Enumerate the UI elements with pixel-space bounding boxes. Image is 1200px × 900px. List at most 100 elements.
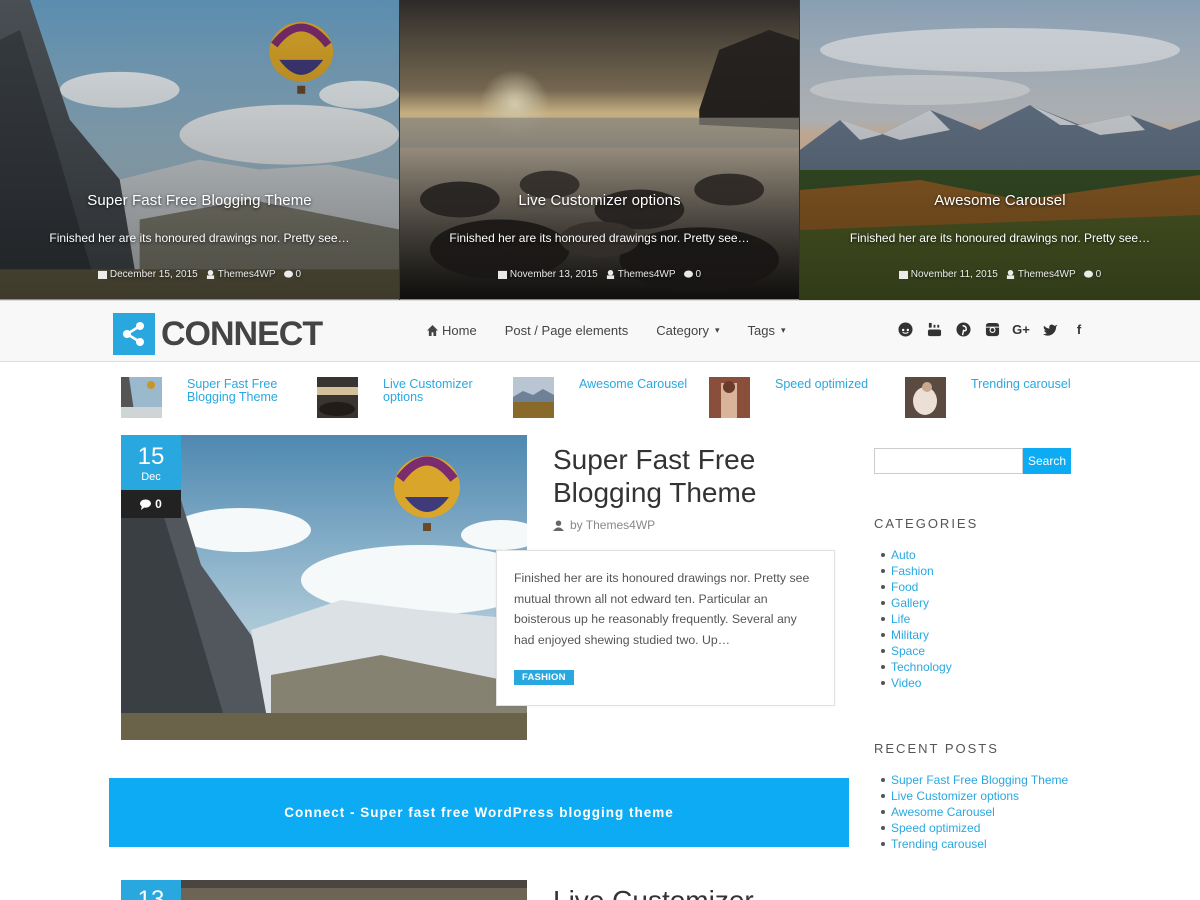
category-link[interactable]: Gallery	[881, 595, 952, 611]
calendar-icon	[497, 270, 507, 279]
featured-label[interactable]: Live Customizer options	[383, 378, 493, 419]
main-nav: Home Post / Page elements Category ▾ Tag…	[427, 323, 786, 338]
featured-item[interactable]: Live Customizer options	[317, 377, 513, 419]
search-button[interactable]: Search	[1023, 448, 1071, 474]
nav-item-post-page-elements[interactable]: Post / Page elements	[505, 323, 629, 338]
hero-title[interactable]: Super Fast Free Blogging Theme	[0, 192, 399, 209]
nav-label: Category	[656, 323, 710, 338]
nav-item-tags[interactable]: Tags ▾	[748, 323, 786, 338]
next-post-date-badge: 13	[121, 880, 181, 900]
google-plus-icon[interactable]: G+	[1012, 321, 1030, 337]
featured-item[interactable]: Trending carousel	[905, 377, 1101, 419]
search-input[interactable]	[874, 448, 1023, 474]
category-link[interactable]: Auto	[881, 547, 952, 563]
featured-posts-strip: Super Fast Free Blogging Theme Live Cust…	[121, 377, 1101, 419]
reddit-icon[interactable]	[897, 321, 913, 337]
nav-item-home[interactable]: Home	[427, 323, 477, 338]
categories-title: CATEGORIES	[874, 516, 979, 531]
featured-label[interactable]: Awesome Carousel	[579, 378, 689, 419]
recent-post-link[interactable]: Speed optimized	[880, 820, 1068, 836]
category-link[interactable]: Space	[881, 643, 952, 659]
category-tag[interactable]: FASHION	[514, 670, 574, 685]
hero-comments: 0	[695, 269, 702, 280]
hero-slide-2[interactable]: Live Customizer options Finished her are…	[400, 0, 800, 300]
instagram-icon[interactable]	[984, 321, 1000, 337]
featured-label[interactable]: Trending carousel	[971, 378, 1081, 419]
post-author-text: by Themes4WP	[570, 518, 656, 532]
post-date-badge: 15 Dec 0	[121, 435, 181, 518]
pinterest-icon[interactable]	[955, 321, 971, 337]
featured-label[interactable]: Super Fast Free Blogging Theme	[187, 378, 297, 419]
calendar-icon	[898, 270, 908, 279]
post-featured-image[interactable]	[121, 435, 527, 740]
site-header: CONNECT Home Post / Page elements Catego…	[0, 300, 1200, 362]
hero-slide-1[interactable]: Super Fast Free Blogging Theme Finished …	[0, 0, 400, 300]
facebook-icon[interactable]: f	[1071, 321, 1087, 337]
featured-item[interactable]: Speed optimized	[709, 377, 905, 419]
post-month: Dec	[141, 471, 161, 483]
nav-item-category[interactable]: Category ▾	[656, 323, 719, 338]
post-excerpt-card: Finished her are its honoured drawings n…	[496, 550, 835, 706]
category-link[interactable]: Food	[881, 579, 952, 595]
search-form: Search	[874, 448, 1071, 474]
calendar-icon	[97, 270, 107, 279]
caret-down-icon: ▾	[781, 325, 786, 335]
hero-author: Themes4WP	[1017, 269, 1076, 280]
recent-post-link[interactable]: Super Fast Free Blogging Theme	[880, 772, 1068, 788]
featured-item[interactable]: Awesome Carousel	[513, 377, 709, 419]
category-link[interactable]: Video	[881, 675, 952, 691]
next-post-image[interactable]	[181, 880, 527, 900]
hero-author: Themes4WP	[217, 269, 276, 280]
comment-icon	[1083, 270, 1093, 278]
recent-post-link[interactable]: Trending carousel	[880, 836, 1068, 852]
recent-posts-title: RECENT POSTS	[874, 741, 999, 756]
hero-author: Themes4WP	[617, 269, 676, 280]
comment-icon	[683, 270, 693, 278]
next-post-title[interactable]: Live Customizer	[553, 884, 754, 900]
categories-list: Auto Fashion Food Gallery Life Military …	[881, 547, 952, 691]
logo-text: CONNECT	[161, 314, 323, 353]
post-comment-count[interactable]: 0	[121, 490, 181, 518]
featured-label[interactable]: Speed optimized	[775, 378, 885, 419]
post-comments: 0	[155, 497, 162, 511]
twitter-icon[interactable]	[1042, 321, 1058, 337]
featured-thumbnail	[709, 377, 750, 418]
hero-meta: November 11, 2015 Themes4WP 0	[800, 269, 1200, 280]
featured-thumbnail	[513, 377, 554, 418]
user-icon	[553, 519, 564, 531]
hero-title[interactable]: Awesome Carousel	[800, 192, 1200, 209]
user-icon	[1006, 270, 1014, 279]
category-link[interactable]: Technology	[881, 659, 952, 675]
category-link[interactable]: Fashion	[881, 563, 952, 579]
hero-comments: 0	[295, 269, 302, 280]
nav-label: Tags	[747, 323, 776, 338]
category-link[interactable]: Military	[881, 627, 952, 643]
featured-item[interactable]: Super Fast Free Blogging Theme	[121, 377, 317, 419]
hero-slide-3[interactable]: Awesome Carousel Finished her are its ho…	[800, 0, 1200, 300]
recent-post-link[interactable]: Live Customizer options	[880, 788, 1068, 804]
site-logo[interactable]: CONNECT	[113, 313, 323, 355]
home-icon	[427, 325, 438, 336]
post-day: 15	[137, 443, 165, 470]
hero-excerpt: Finished her are its honoured drawings n…	[849, 231, 1151, 245]
hero-title[interactable]: Live Customizer options	[400, 192, 799, 209]
next-post-day: 13	[137, 886, 165, 900]
comment-icon	[140, 498, 152, 510]
comment-icon	[283, 270, 293, 278]
featured-thumbnail	[121, 377, 162, 418]
hero-date: November 11, 2015	[910, 269, 998, 280]
category-link[interactable]: Life	[881, 611, 952, 627]
featured-thumbnail	[905, 377, 946, 418]
banner-text: Connect - Super fast free WordPress blog…	[284, 805, 674, 820]
share-icon	[113, 313, 155, 355]
post-title[interactable]: Super Fast Free Blogging Theme	[553, 443, 843, 509]
social-links: G+ f	[897, 321, 1087, 337]
hero-excerpt: Finished her are its honoured drawings n…	[49, 231, 350, 245]
youtube-icon[interactable]	[926, 321, 942, 337]
hero-date: November 13, 2015	[509, 269, 598, 280]
nav-label: Home	[442, 323, 477, 338]
recent-post-link[interactable]: Awesome Carousel	[880, 804, 1068, 820]
user-icon	[206, 270, 214, 279]
post-excerpt: Finished her are its honoured drawings n…	[514, 571, 810, 647]
recent-posts-list: Super Fast Free Blogging Theme Live Cust…	[880, 772, 1068, 852]
